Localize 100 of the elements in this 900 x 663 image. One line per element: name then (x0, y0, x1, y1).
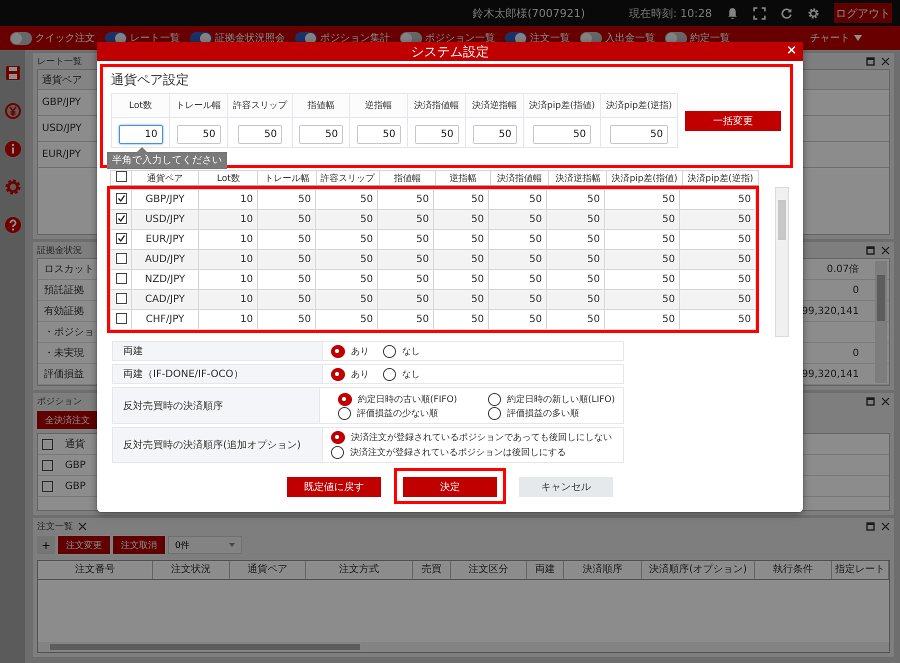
checkbox[interactable] (116, 292, 126, 304)
input-field[interactable]: 10 (118, 124, 162, 144)
checkbox[interactable] (116, 252, 126, 264)
checkbox[interactable] (116, 192, 126, 204)
close-icon[interactable] (881, 246, 890, 254)
scrollbar[interactable] (875, 261, 887, 383)
table-cell: 50 (587, 234, 600, 245)
scrollbar[interactable] (775, 187, 789, 337)
maximize-icon[interactable] (866, 396, 875, 406)
panel-title: レート一覧 (37, 56, 82, 68)
maximize-icon[interactable] (866, 246, 875, 254)
caret-icon[interactable] (854, 35, 862, 41)
checkbox[interactable] (42, 460, 53, 470)
table-cell: 50 (360, 194, 373, 205)
field-label: Lot数 (129, 101, 152, 111)
confirm-button[interactable]: 決定 (403, 477, 497, 497)
checkbox[interactable] (116, 312, 126, 324)
table-cell: USD/JPY (42, 123, 82, 134)
cancel-button[interactable]: キャンセル (519, 477, 613, 497)
checkbox[interactable] (116, 212, 126, 224)
radio-button[interactable] (331, 446, 344, 459)
radio-button[interactable] (488, 407, 502, 420)
close-icon[interactable] (78, 522, 87, 530)
table-cell: 50 (587, 254, 600, 265)
count-dropdown[interactable]: 0件 (168, 536, 242, 554)
radio-label: あり (351, 368, 369, 380)
info-icon[interactable] (4, 140, 22, 158)
reset-button[interactable]: 既定値に戻す (287, 477, 381, 497)
radio-button[interactable] (338, 407, 352, 420)
table-cell: 50 (360, 314, 373, 325)
panel-tab[interactable]: 注文一覧 (37, 520, 73, 532)
panel-title: ポジション (37, 396, 82, 408)
table-cell: 10 (240, 314, 253, 325)
input-field[interactable]: 50 (356, 124, 400, 144)
fullscreen-icon[interactable] (753, 6, 766, 20)
close-icon[interactable] (881, 522, 890, 530)
input-field[interactable]: 50 (610, 124, 668, 144)
scrollbar[interactable] (38, 642, 889, 652)
radio-button[interactable] (331, 431, 345, 444)
row-label: ロスカット (44, 263, 94, 276)
close-icon[interactable] (881, 56, 890, 66)
table-cell: 50 (416, 254, 429, 265)
add-button[interactable]: + (37, 536, 55, 554)
table-cell: EUR/JPY (42, 149, 81, 160)
input-field[interactable]: 50 (176, 124, 220, 144)
input-field[interactable]: 50 (299, 124, 343, 144)
radio-button[interactable] (383, 344, 396, 358)
radio-button[interactable] (488, 393, 502, 406)
row-label: ・未実現 (44, 346, 84, 360)
table-cell: 50 (471, 314, 484, 325)
radio-button[interactable] (331, 344, 345, 358)
toggle-label: 約定一覧 (690, 32, 730, 45)
checkbox[interactable] (42, 438, 53, 450)
apply-button[interactable]: 一括変更 (685, 110, 781, 130)
table-cell: 50 (587, 274, 600, 285)
radio-button[interactable] (338, 393, 352, 406)
table-cell: 50 (298, 294, 311, 305)
column-header: 決済逆指幅 (555, 174, 600, 184)
input-field[interactable]: 50 (238, 124, 282, 144)
table-cell: 50 (471, 194, 484, 205)
checkbox[interactable] (116, 272, 126, 284)
logout-button[interactable]: ログアウト (834, 3, 892, 23)
column-header: 指定レート (832, 561, 889, 579)
table-cell: 50 (529, 274, 542, 285)
table-cell: 50 (360, 254, 373, 265)
input-field[interactable]: 50 (472, 124, 516, 144)
chart-menu[interactable]: チャート (810, 31, 850, 45)
panel-title: 証拠金状況 (37, 244, 82, 256)
field-label: トレール幅 (176, 101, 221, 111)
table-cell: 50 (471, 234, 484, 245)
close-icon[interactable] (881, 396, 890, 406)
maximize-icon[interactable] (866, 56, 875, 66)
maximize-icon[interactable] (866, 522, 875, 530)
order-button[interactable]: 注文変更 (58, 536, 110, 554)
table-cell: 50 (738, 194, 751, 205)
save-icon[interactable] (4, 64, 22, 82)
help-icon[interactable] (4, 216, 22, 234)
checkbox[interactable] (116, 171, 127, 182)
radio-label: 約定日時の古い順(FIFO) (358, 394, 458, 406)
toggle-switch[interactable] (10, 32, 32, 44)
input-field[interactable]: 50 (414, 124, 458, 144)
refresh-icon[interactable] (780, 6, 793, 20)
close-button[interactable]: × (786, 43, 797, 59)
row-label: 評価損益 (44, 368, 84, 381)
radio-button[interactable] (383, 368, 396, 380)
checkbox[interactable] (42, 480, 53, 492)
bell-icon[interactable] (726, 6, 739, 20)
table-cell: 50 (587, 294, 600, 305)
table-cell: 50 (471, 274, 484, 285)
toggle-label: レート一覧 (130, 32, 180, 45)
order-button[interactable]: 注文取消 (113, 536, 165, 554)
tooltip: 半角で入力してください (107, 147, 227, 169)
row-value: 99,320,141 (802, 368, 859, 380)
table-cell: GBP/JPY (42, 97, 81, 108)
radio-button[interactable] (331, 368, 345, 380)
input-field[interactable]: 50 (533, 124, 591, 144)
checkbox[interactable] (116, 232, 126, 244)
radio-label: 評価損益の少ない順 (357, 408, 438, 420)
field-label: 決済pip差(指値) (529, 101, 595, 111)
close-all-button[interactable]: 全決済注文 (37, 411, 98, 429)
